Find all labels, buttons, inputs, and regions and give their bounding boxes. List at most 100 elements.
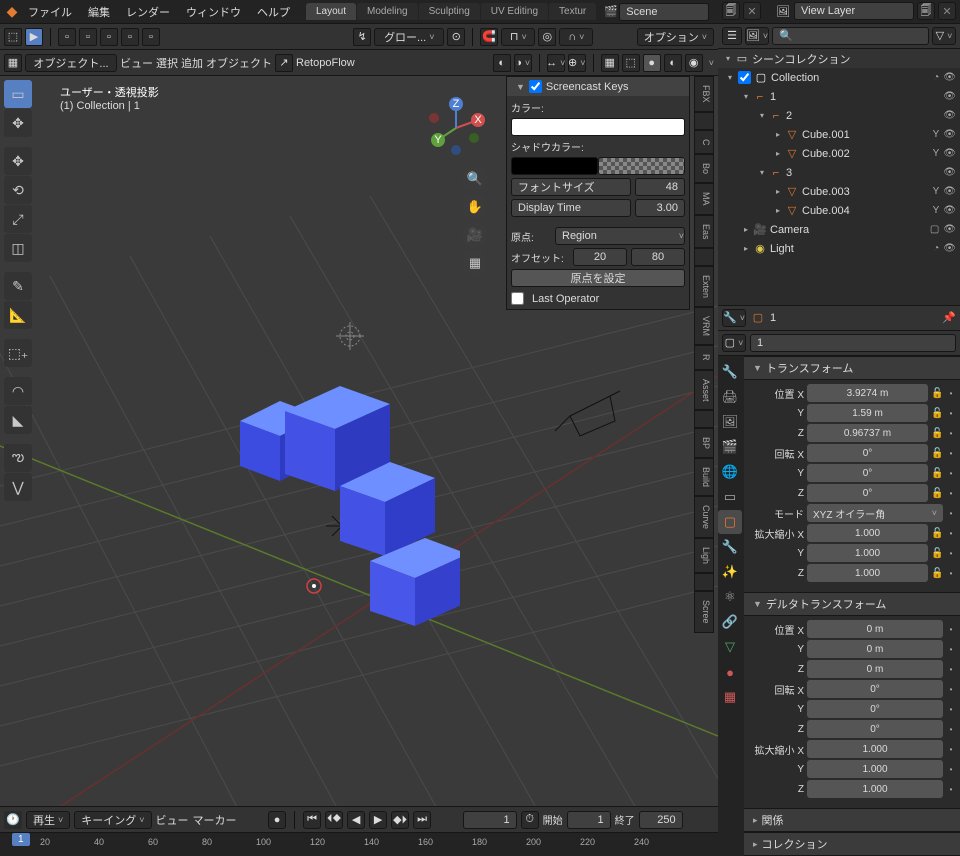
geom-icon[interactable]: ↗	[275, 54, 293, 72]
n-tab[interactable]: FBX	[694, 76, 714, 112]
tab-sculpting[interactable]: Sculpting	[419, 3, 480, 20]
outliner-row[interactable]: ▾⌐3👁	[718, 163, 960, 182]
restrict-icon[interactable]: Y	[933, 148, 940, 159]
menu-select[interactable]: 選択	[156, 55, 178, 71]
start-frame[interactable]: 1	[567, 811, 611, 829]
ptab-physics[interactable]: ⚛	[718, 585, 742, 609]
restrict-icon[interactable]: 👁	[943, 186, 956, 197]
tool-annotate[interactable]: ✎	[4, 272, 32, 300]
disclosure-icon[interactable]: ▸	[772, 130, 784, 139]
anim-dot[interactable]: •	[946, 549, 956, 558]
shading-solid-icon[interactable]: ●	[643, 54, 661, 72]
restrict-icon[interactable]: 👁	[943, 224, 956, 235]
props-editor-icon[interactable]: 🔧˅	[722, 309, 746, 327]
n-tab[interactable]: Asset	[694, 370, 714, 411]
orientation-icon[interactable]: ↯	[353, 28, 371, 46]
tab-layout[interactable]: Layout	[306, 3, 356, 20]
ptab-object[interactable]: ▢	[718, 510, 742, 534]
keying-dropdown[interactable]: キーイング˅	[74, 811, 151, 829]
ptab-output[interactable]: 🖨	[718, 385, 742, 409]
value-field[interactable]: 1.000	[807, 524, 928, 542]
disclosure-icon[interactable]: ▾	[756, 168, 768, 177]
outliner-row[interactable]: ▸🎥Camera▢👁	[718, 220, 960, 239]
tool-measure[interactable]: 📐	[4, 301, 32, 329]
anim-dot[interactable]: •	[946, 409, 956, 418]
new-workspace-icon[interactable]: 🗐	[722, 2, 740, 20]
tool-rotate[interactable]: ⟲	[4, 176, 32, 204]
ptab-material[interactable]: ●	[718, 660, 742, 684]
lock-icon[interactable]: 🔓	[931, 388, 943, 399]
restrict-icon[interactable]: 👁	[943, 110, 956, 121]
tool-extra-4[interactable]: ⋁	[4, 473, 32, 501]
disclosure-icon[interactable]: ▸	[772, 149, 784, 158]
ptab-render[interactable]: 🔧	[718, 360, 742, 384]
keyframe-prev-button[interactable]: ⏴◆	[325, 811, 343, 829]
n-tab[interactable]: MA	[694, 183, 714, 215]
lock-icon[interactable]: 🔓	[931, 448, 943, 459]
selmode-2-icon[interactable]: ▫	[79, 28, 97, 46]
disclosure-icon[interactable]: ▸	[772, 206, 784, 215]
anim-dot[interactable]: •	[946, 745, 956, 754]
anim-dot[interactable]: •	[946, 645, 956, 654]
shadow-color-swatch[interactable]	[511, 157, 598, 175]
lock-icon[interactable]: 🔓	[931, 548, 943, 559]
ptab-viewlayer[interactable]: 🖼	[718, 410, 742, 434]
disclosure-icon[interactable]: ▾	[724, 73, 736, 82]
panel-toggle-icon[interactable]: ▸	[753, 839, 758, 850]
ptab-texture[interactable]: ▦	[718, 685, 742, 709]
menu-file[interactable]: ファイル	[20, 4, 80, 20]
cursor-tool-icon[interactable]: ▶	[25, 28, 43, 46]
lock-icon[interactable]: 🔓	[931, 488, 943, 499]
scene-selector[interactable]: 🎬 Scene	[603, 3, 709, 21]
fontsize-value[interactable]: 48	[635, 178, 685, 196]
anim-dot[interactable]: •	[946, 705, 956, 714]
ptab-constraints[interactable]: 🔗	[718, 610, 742, 634]
anim-dot[interactable]: •	[946, 389, 956, 398]
panel-disclosure-icon[interactable]: ▼	[516, 82, 525, 92]
menu-render[interactable]: レンダー	[118, 4, 178, 20]
disclosure-icon[interactable]: ▾	[740, 92, 752, 101]
prop-edit-icon[interactable]: ◎	[538, 28, 556, 46]
viewlayer-name[interactable]: View Layer	[794, 2, 914, 20]
jump-end-button[interactable]: ⏭	[413, 811, 431, 829]
n-tab[interactable]: Bo	[694, 154, 714, 183]
n-tab[interactable]: Build	[694, 458, 714, 496]
camera-view-button[interactable]: 🎥	[462, 222, 488, 248]
collection-checkbox[interactable]	[738, 71, 751, 84]
tab-texturing[interactable]: Textur	[549, 3, 596, 20]
value-field[interactable]: 1.59 m	[807, 404, 928, 422]
n-tab[interactable]	[694, 248, 714, 266]
ptab-modifiers[interactable]: 🔧	[718, 535, 742, 559]
outliner-editor-icon[interactable]: ☰	[722, 27, 742, 45]
ptab-collection[interactable]: ▭	[718, 485, 742, 509]
outliner[interactable]: ▾▭ シーンコレクション ▾▢Collection◔👁▾⌐1👁▾⌐2👁▸▽Cub…	[718, 49, 960, 305]
restrict-icon[interactable]: 👁	[943, 205, 956, 216]
value-field[interactable]: 0 m	[807, 660, 943, 678]
disptime-value[interactable]: 3.00	[635, 199, 685, 217]
value-field[interactable]: 1.000	[807, 760, 943, 778]
restrict-icon[interactable]: 👁	[943, 167, 956, 178]
restrict-icon[interactable]: Y	[933, 205, 940, 216]
panel-toggle-icon[interactable]: ▸	[753, 815, 758, 826]
xray-icon[interactable]: ▦	[601, 54, 619, 72]
offset-y[interactable]: 80	[631, 248, 685, 266]
panel-toggle-icon[interactable]: ▼	[753, 363, 762, 373]
tool-scale[interactable]: ⤢	[4, 205, 32, 233]
ptab-world[interactable]: 🌐	[718, 460, 742, 484]
restrict-icon[interactable]: Y	[933, 129, 940, 140]
anim-dot[interactable]: •	[946, 785, 956, 794]
tab-modeling[interactable]: Modeling	[357, 3, 418, 20]
ptab-particles[interactable]: ✨	[718, 560, 742, 584]
outliner-row[interactable]: ▾⌐2👁	[718, 106, 960, 125]
menu-object[interactable]: オブジェクト	[206, 55, 272, 71]
falloff-dropdown[interactable]: グロー...˅	[374, 28, 444, 46]
overlay-2-icon[interactable]: ◑˅	[514, 54, 532, 72]
shading-dropdown-icon[interactable]: ˅	[709, 58, 714, 68]
shadow-alpha-swatch[interactable]	[598, 157, 685, 175]
anim-dot[interactable]: •	[946, 529, 956, 538]
shading-wire-icon[interactable]: ⬚	[622, 54, 640, 72]
pan-button[interactable]: ✋	[462, 194, 488, 220]
anim-dot[interactable]: •	[946, 665, 956, 674]
close-workspace-icon[interactable]: ✕	[743, 2, 761, 20]
datablock-icon[interactable]: ▢˅	[722, 334, 746, 352]
